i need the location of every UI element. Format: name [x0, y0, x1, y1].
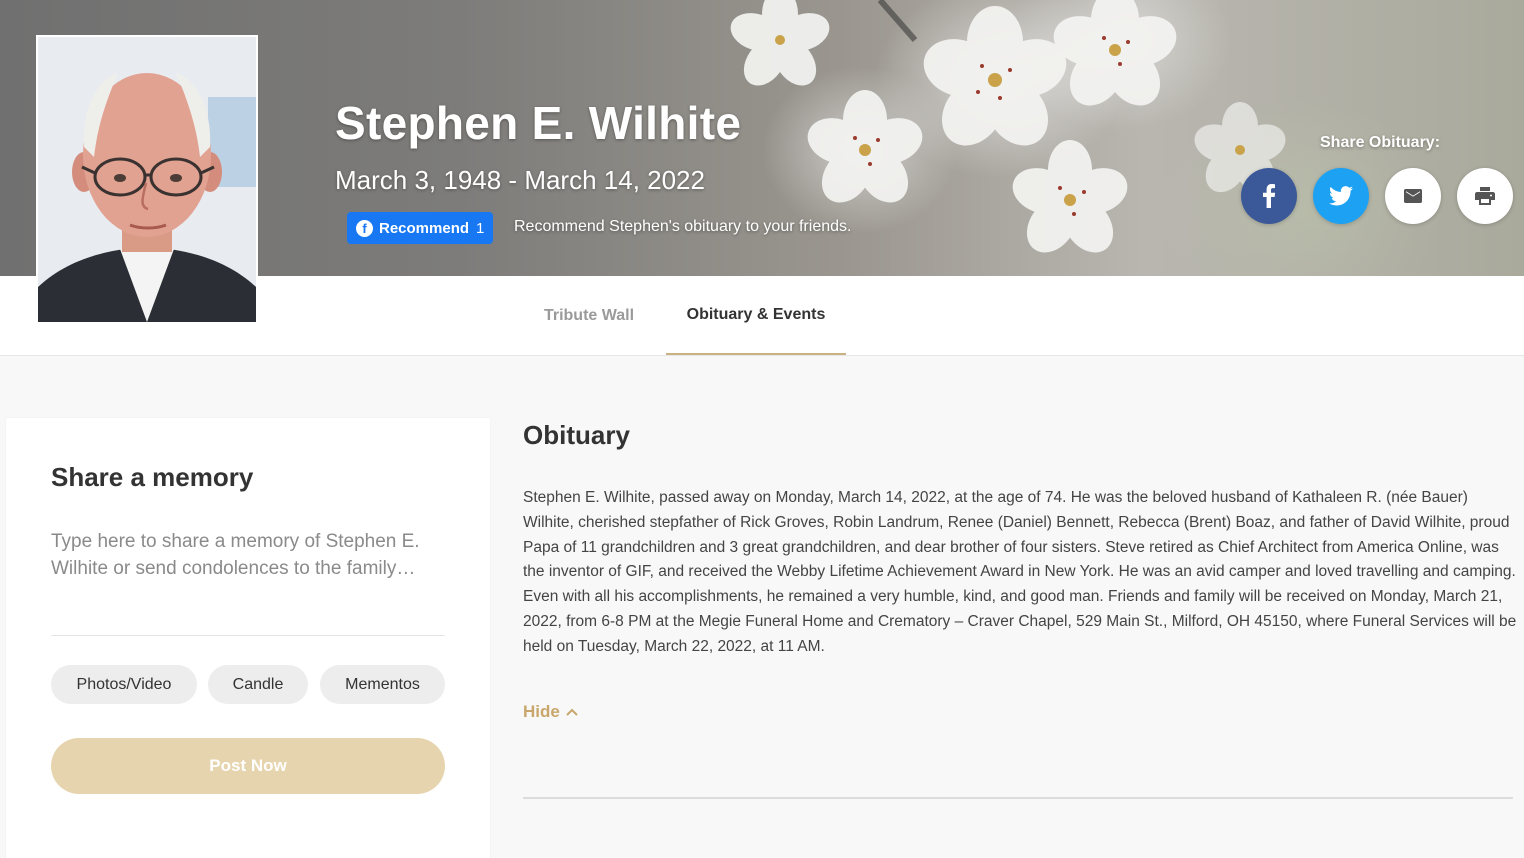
- tab-obituary-events[interactable]: Obituary & Events: [666, 276, 846, 355]
- photos-video-button[interactable]: Photos/Video: [51, 665, 197, 704]
- share-obituary-label: Share Obituary:: [1320, 134, 1441, 151]
- post-now-button[interactable]: Post Now: [51, 738, 445, 794]
- facebook-icon: [1263, 184, 1276, 208]
- portrait-image: [38, 37, 256, 322]
- deceased-portrait-photo: [36, 35, 258, 324]
- memory-input[interactable]: [51, 528, 445, 636]
- share-facebook-button[interactable]: [1241, 168, 1297, 224]
- facebook-logo-icon: f: [356, 219, 373, 237]
- tab-tribute-wall[interactable]: Tribute Wall: [520, 276, 658, 355]
- share-twitter-button[interactable]: [1313, 168, 1369, 224]
- section-divider: [523, 797, 1513, 799]
- share-memory-card: Share a memory Photos/Video Candle Memen…: [6, 418, 490, 858]
- mementos-button[interactable]: Mementos: [320, 665, 445, 704]
- obituary-text: Stephen E. Wilhite, passed away on Monda…: [523, 489, 1517, 655]
- life-dates: March 3, 1948 - March 14, 2022: [335, 165, 705, 195]
- hide-label: Hide: [523, 702, 560, 721]
- share-memory-title: Share a memory: [51, 462, 254, 492]
- recommend-label: Recommend: [379, 219, 470, 237]
- recommend-count: 1: [476, 219, 485, 237]
- recommend-description: Recommend Stephen's obituary to your fri…: [514, 218, 852, 235]
- candle-button[interactable]: Candle: [208, 665, 308, 704]
- share-print-button[interactable]: [1457, 168, 1513, 224]
- hide-obituary-link[interactable]: Hide: [523, 702, 578, 722]
- twitter-icon: [1329, 186, 1353, 206]
- print-icon: [1475, 187, 1495, 205]
- obituary-title: Obituary: [523, 420, 630, 450]
- chevron-up-icon: [566, 708, 578, 716]
- email-icon: [1404, 189, 1422, 203]
- share-email-button[interactable]: [1385, 168, 1441, 224]
- deceased-name: Stephen E. Wilhite: [335, 97, 742, 149]
- facebook-recommend-button[interactable]: f Recommend 1: [347, 212, 493, 244]
